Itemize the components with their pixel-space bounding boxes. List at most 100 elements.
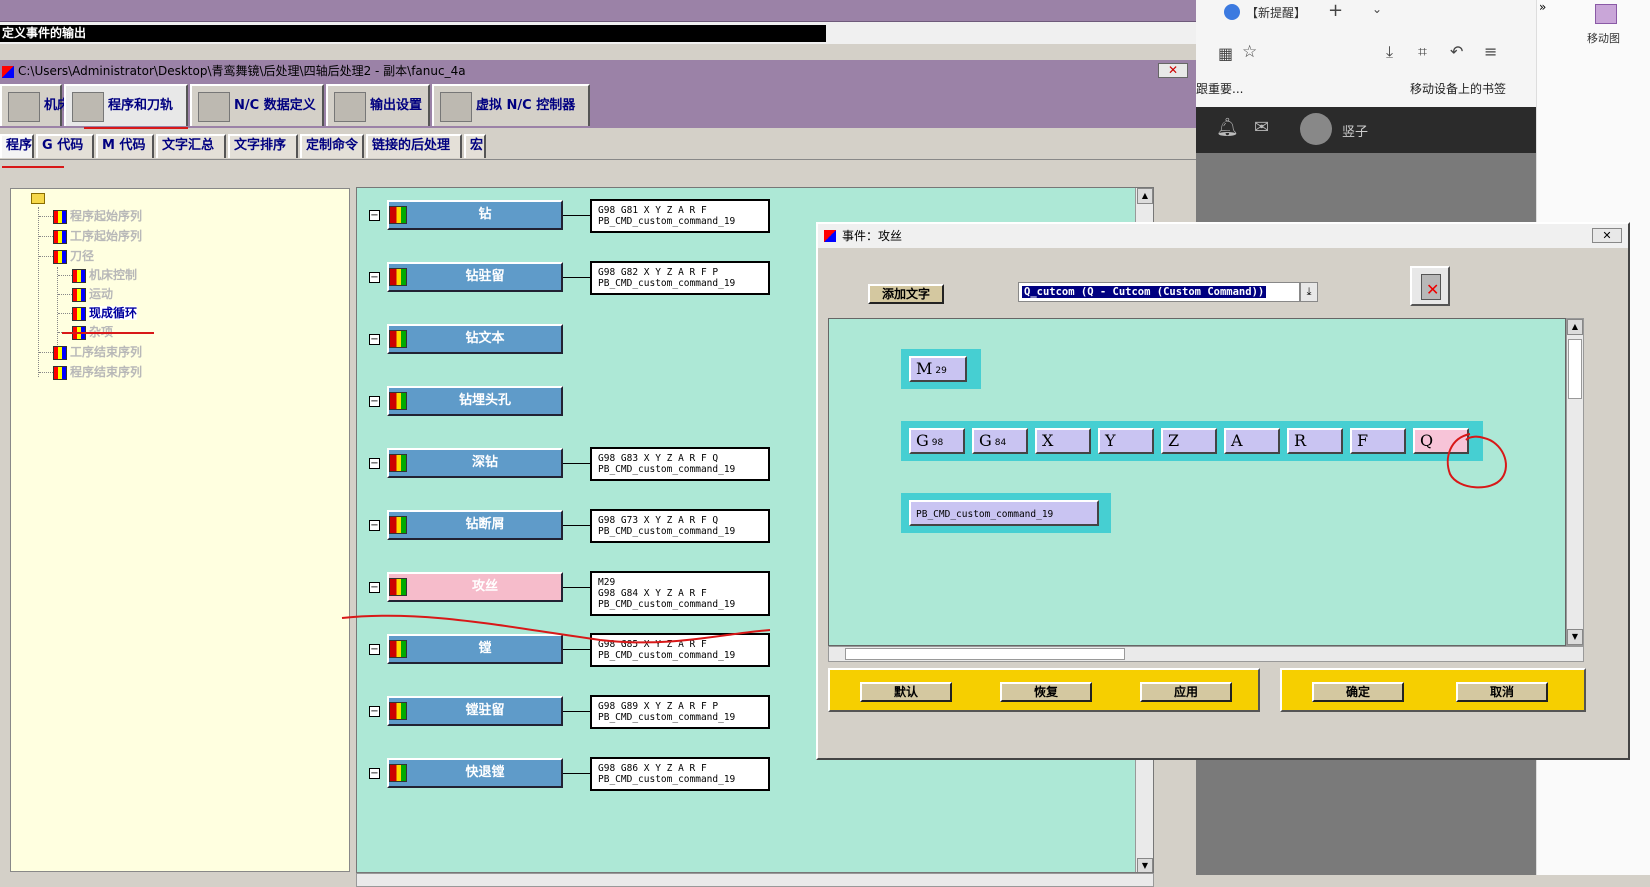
word-a[interactable]: A — [1224, 428, 1280, 454]
tree-item[interactable]: 刀径 — [53, 248, 94, 264]
event-button[interactable]: 钻断屑 — [387, 510, 563, 540]
collapse-icon[interactable]: − — [369, 458, 380, 469]
subtab-custom-command[interactable]: 定制命令 — [300, 134, 364, 158]
collapse-icon[interactable]: − — [369, 706, 380, 717]
menu-icon[interactable]: ≡ — [1484, 42, 1497, 61]
subtab-program[interactable]: 程序 — [0, 134, 34, 158]
download-icon[interactable]: ⤓ — [1386, 42, 1393, 62]
subtab-g-code[interactable]: G 代码 — [36, 134, 94, 158]
mail-icon[interactable]: ✉ — [1254, 117, 1269, 138]
scroll-thumb[interactable] — [1568, 339, 1582, 399]
event-button[interactable]: 钻埋头孔 — [387, 386, 563, 416]
collapse-icon[interactable]: − — [369, 272, 380, 283]
block-vertical-scrollbar[interactable]: ▲ ▼ — [1566, 318, 1584, 646]
event-code-box[interactable]: G98 G89 X Y Z A R F P PB_CMD_custom_comm… — [590, 695, 770, 729]
collapse-icon[interactable]: − — [369, 334, 380, 345]
side-label[interactable]: 移动图 — [1587, 30, 1620, 46]
subtab-word-order[interactable]: 文字排序 — [228, 134, 298, 158]
tree-item[interactable]: 工序起始序列 — [53, 228, 142, 244]
scroll-up-icon[interactable]: ▲ — [1137, 188, 1153, 204]
word-r[interactable]: R — [1287, 428, 1343, 454]
dropdown-arrow-icon[interactable]: ⤓ — [1300, 282, 1318, 302]
event-code-box[interactable]: G98 G86 X Y Z A R F PB_CMD_custom_comman… — [590, 757, 770, 791]
dialog-close-button[interactable]: ✕ — [1592, 228, 1622, 243]
tree-item-selected[interactable]: 现成循环 — [72, 305, 138, 321]
tree-item[interactable]: 运动 — [72, 286, 113, 302]
word-g98[interactable]: G 98 — [909, 428, 965, 454]
tree-item[interactable]: 程序结束序列 — [53, 364, 142, 380]
command-select[interactable]: Q_cutcom (Q - Cutcom (Custom Command)) — [1018, 282, 1300, 302]
new-tab-button[interactable]: + — [1328, 0, 1343, 21]
browser-tab-icon — [1224, 4, 1240, 20]
collapse-icon[interactable]: − — [369, 210, 380, 221]
add-text-button[interactable]: 添加文字 — [868, 284, 944, 304]
undo-icon[interactable]: ↶ — [1450, 42, 1463, 61]
event-code-box[interactable]: G98 G73 X Y Z A R F Q PB_CMD_custom_comm… — [590, 509, 770, 543]
scroll-thumb[interactable] — [845, 648, 1125, 660]
avatar[interactable] — [1300, 113, 1332, 145]
mobile-bookmarks-link[interactable]: 移动设备上的书签 — [1410, 80, 1506, 97]
word-z[interactable]: Z — [1161, 428, 1217, 454]
star-icon[interactable]: ☆ — [1242, 42, 1257, 62]
scroll-up-icon[interactable]: ▲ — [1567, 319, 1583, 335]
ok-button[interactable]: 确定 — [1312, 682, 1404, 702]
event-button[interactable]: 钻 — [387, 200, 563, 230]
sequence-icon — [53, 345, 67, 360]
tab-output-settings[interactable]: 输出设置 — [326, 84, 430, 126]
event-button[interactable]: 镗驻留 — [387, 696, 563, 726]
word-x[interactable]: X — [1035, 428, 1091, 454]
qr-code-icon[interactable]: ▦ — [1218, 44, 1233, 63]
tab-nc-data[interactable]: N/C 数据定义 — [190, 84, 324, 126]
bell-icon[interactable]: 🔔︎ — [1216, 117, 1239, 138]
tree-item[interactable]: 机床控制 — [72, 267, 137, 283]
event-icon — [389, 330, 407, 348]
restore-button[interactable]: 恢复 — [1000, 682, 1092, 702]
event-code-box[interactable]: G98 G81 X Y Z A R F PB_CMD_custom_comman… — [590, 199, 770, 233]
event-button[interactable]: 快退镗 — [387, 758, 563, 788]
word-m29[interactable]: M 29 — [909, 356, 967, 382]
default-button[interactable]: 默认 — [860, 682, 952, 702]
bookmark-snippet[interactable]: 跟重要... — [1196, 80, 1243, 97]
tree-item[interactable]: 工序结束序列 — [53, 344, 142, 360]
event-button[interactable]: 深钻 — [387, 448, 563, 478]
connector-line — [563, 277, 590, 278]
word-y[interactable]: Y — [1098, 428, 1154, 454]
trash-button[interactable]: ✕ — [1410, 266, 1450, 306]
block-horizontal-scrollbar[interactable] — [828, 646, 1584, 662]
mobile-image-icon[interactable] — [1595, 4, 1617, 24]
event-code-box[interactable]: G98 G83 X Y Z A R F Q PB_CMD_custom_comm… — [590, 447, 770, 481]
user-name[interactable]: 竖子 — [1342, 121, 1368, 140]
subtab-linked-post[interactable]: 链接的后处理 — [366, 134, 462, 158]
subtab-word-summary[interactable]: 文字汇总 — [156, 134, 226, 158]
tree-item[interactable]: 程序起始序列 — [53, 208, 142, 224]
event-button[interactable]: 钻驻留 — [387, 262, 563, 292]
subtab-m-code[interactable]: M 代码 — [96, 134, 154, 158]
more-icon[interactable]: » — [1539, 0, 1546, 14]
close-button[interactable]: ✕ — [1158, 63, 1188, 78]
event-icon — [389, 268, 407, 286]
subtab-macro[interactable]: 宏 — [464, 134, 486, 158]
apply-button[interactable]: 应用 — [1140, 682, 1232, 702]
collapse-icon[interactable]: − — [369, 396, 380, 407]
chevron-down-icon[interactable]: ⌄ — [1372, 2, 1382, 16]
collapse-icon[interactable]: − — [369, 582, 380, 593]
event-button[interactable]: 钻文本 — [387, 324, 563, 354]
word-g84[interactable]: G 84 — [972, 428, 1028, 454]
scroll-down-icon[interactable]: ▼ — [1137, 858, 1153, 872]
collapse-icon[interactable]: − — [369, 520, 380, 531]
crop-icon[interactable]: ⌗ — [1418, 42, 1427, 62]
scroll-down-icon[interactable]: ▼ — [1567, 629, 1583, 645]
event-code-box[interactable]: G98 G82 X Y Z A R F P PB_CMD_custom_comm… — [590, 261, 770, 295]
word-f[interactable]: F — [1350, 428, 1406, 454]
cancel-button[interactable]: 取消 — [1456, 682, 1548, 702]
tab-virtual-nc[interactable]: 虚拟 N/C 控制器 — [432, 84, 590, 126]
event-horizontal-scrollbar[interactable] — [356, 873, 1154, 887]
event-button[interactable]: 攻丝 — [387, 572, 563, 602]
collapse-icon[interactable]: − — [369, 768, 380, 779]
word-custom-command[interactable]: PB_CMD_custom_command_19 — [909, 500, 1099, 526]
browser-tab-title[interactable]: 【新提醒】 — [1246, 4, 1306, 21]
folder-icon[interactable] — [31, 193, 45, 204]
tab-machine[interactable]: 机床 — [0, 84, 70, 126]
event-output-label: 定义事件的输出 — [0, 25, 826, 42]
tab-program-toolpath[interactable]: 程序和刀轨 — [64, 84, 188, 126]
